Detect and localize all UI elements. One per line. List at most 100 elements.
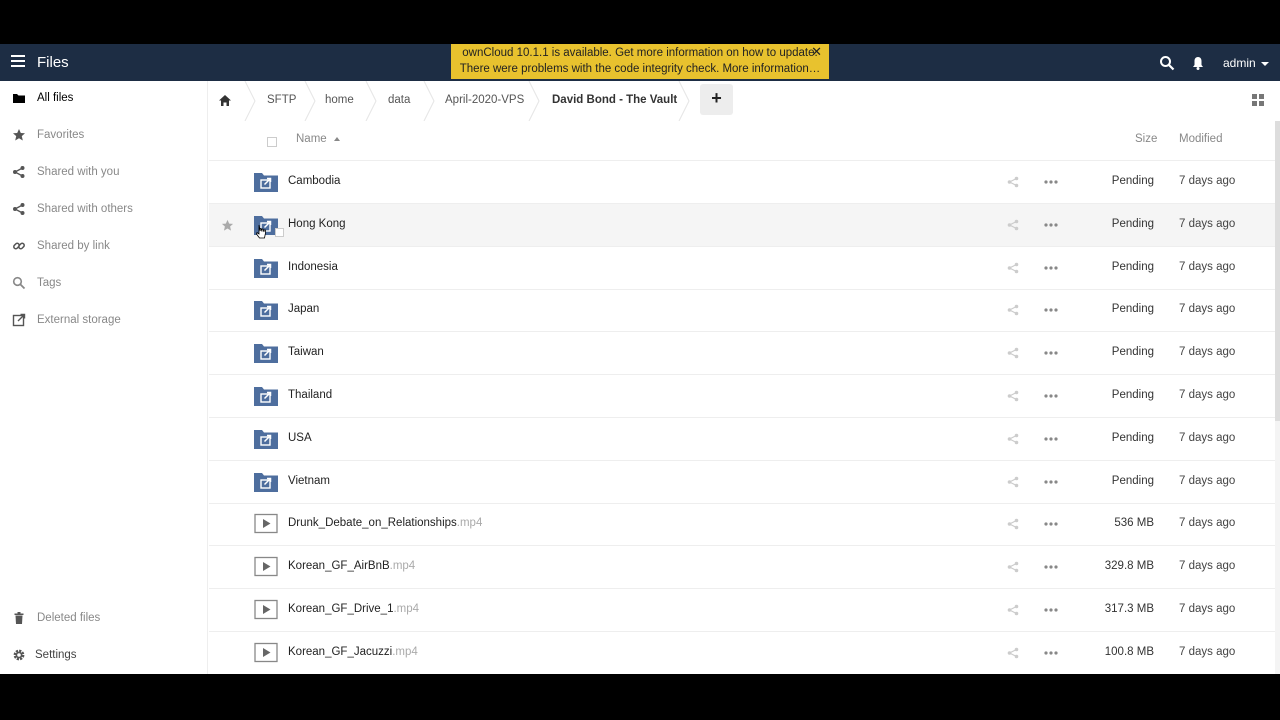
share-icon[interactable] bbox=[1007, 476, 1019, 488]
share-icon[interactable] bbox=[1007, 518, 1019, 530]
table-row[interactable]: Korean_GF_AirBnB.mp4 329.8 MB 7 days ago bbox=[209, 546, 1275, 590]
file-size: Pending bbox=[1111, 474, 1154, 487]
share-icon[interactable] bbox=[1007, 647, 1019, 659]
sidebar-item-label: Settings bbox=[35, 649, 77, 661]
scrollbar[interactable] bbox=[1275, 121, 1280, 674]
table-row[interactable]: USA Pending 7 days ago bbox=[209, 418, 1275, 461]
file-size: Pending bbox=[1111, 217, 1154, 230]
video-file-icon bbox=[254, 599, 278, 620]
file-name[interactable]: Japan bbox=[288, 303, 319, 315]
sidebar-item-shared-with-others[interactable]: Shared with others bbox=[0, 195, 208, 225]
update-notice[interactable]: ownCloud 10.1.1 is available. Get more i… bbox=[451, 44, 829, 79]
sidebar-item-external-storage[interactable]: External storage bbox=[0, 306, 208, 336]
folder-shared-icon bbox=[254, 472, 278, 492]
file-basename: USA bbox=[288, 431, 312, 444]
folder-shared-icon bbox=[254, 387, 278, 406]
share-icon[interactable] bbox=[1007, 604, 1019, 616]
file-size: 317.3 MB bbox=[1104, 603, 1154, 615]
sidebar-item-favorites[interactable]: Favorites bbox=[0, 121, 208, 151]
share-icon[interactable] bbox=[1007, 176, 1019, 188]
share-icon[interactable] bbox=[1007, 433, 1019, 445]
file-modified: 7 days ago bbox=[1179, 431, 1236, 444]
select-all-checkbox[interactable] bbox=[267, 137, 277, 147]
sidebar-item-tags[interactable]: Tags bbox=[0, 269, 208, 299]
sidebar-item-settings[interactable]: Settings bbox=[0, 641, 208, 671]
scrollbar-thumb[interactable] bbox=[1275, 121, 1280, 421]
more-options-icon[interactable] bbox=[1044, 608, 1058, 612]
file-modified: 7 days ago bbox=[1179, 560, 1236, 573]
integrity-notice-line2[interactable]: There were problems with the code integr… bbox=[451, 61, 829, 77]
sidebar-item-deleted-files[interactable]: Deleted files bbox=[0, 604, 208, 634]
file-name[interactable]: Taiwan bbox=[288, 346, 324, 358]
file-extension: .mp4 bbox=[389, 560, 416, 573]
more-options-icon[interactable] bbox=[1044, 565, 1058, 569]
share-icon[interactable] bbox=[1007, 561, 1019, 573]
file-size: 536 MB bbox=[1114, 517, 1154, 530]
table-row[interactable]: Indonesia Pending 7 days ago bbox=[209, 247, 1275, 290]
new-file-button[interactable]: + bbox=[700, 84, 733, 115]
table-row[interactable]: Taiwan Pending 7 days ago bbox=[209, 332, 1275, 376]
sidebar-item-all-files[interactable]: All files bbox=[0, 84, 208, 114]
update-notice-line1[interactable]: ownCloud 10.1.1 is available. Get more i… bbox=[451, 45, 829, 61]
more-options-icon[interactable] bbox=[1044, 265, 1058, 270]
share-icon bbox=[13, 203, 25, 215]
file-name[interactable]: Korean_GF_Drive_1.mp4 bbox=[288, 603, 419, 615]
search-icon[interactable] bbox=[1159, 55, 1175, 71]
file-name[interactable]: Korean_GF_Jacuzzi.mp4 bbox=[288, 646, 418, 658]
sidebar-item-shared-by-link[interactable]: Shared by link bbox=[0, 232, 208, 262]
video-file-icon bbox=[254, 514, 278, 534]
file-size: Pending bbox=[1111, 389, 1154, 401]
table-row[interactable]: Japan Pending 7 days ago bbox=[209, 289, 1275, 333]
more-options-icon[interactable] bbox=[1044, 308, 1058, 312]
column-header-modified[interactable]: Modified bbox=[1179, 133, 1222, 145]
file-name[interactable]: Indonesia bbox=[288, 261, 338, 273]
more-options-icon[interactable] bbox=[1044, 351, 1058, 355]
more-options-icon[interactable] bbox=[1044, 479, 1058, 484]
file-name[interactable]: Korean_GF_AirBnB.mp4 bbox=[288, 560, 415, 572]
share-icon[interactable] bbox=[1007, 390, 1019, 402]
column-header-size[interactable]: Size bbox=[1135, 133, 1157, 145]
share-icon[interactable] bbox=[1007, 219, 1019, 231]
table-row[interactable]: Hong Kong Pending 7 days ago bbox=[209, 203, 1275, 247]
notifications-bell-icon[interactable] bbox=[1191, 55, 1205, 71]
table-row[interactable]: Drunk_Debate_on_Relationships.mp4 536 MB 7… bbox=[209, 503, 1275, 547]
table-row[interactable]: Cambodia Pending 7 days ago bbox=[209, 161, 1275, 204]
more-options-icon[interactable] bbox=[1044, 651, 1058, 655]
favorite-star-icon[interactable] bbox=[221, 219, 234, 232]
folder-shared-icon bbox=[254, 344, 278, 364]
sidebar-item-label: Deleted files bbox=[37, 612, 101, 624]
video-file-icon bbox=[254, 557, 278, 577]
file-table-header: Name Size Modified bbox=[209, 121, 1275, 161]
link-icon bbox=[13, 242, 25, 250]
share-icon[interactable] bbox=[1007, 347, 1019, 359]
home-icon[interactable] bbox=[218, 94, 232, 107]
hamburger-menu-icon[interactable] bbox=[11, 55, 25, 69]
column-header-name[interactable]: Name bbox=[296, 133, 340, 145]
file-name[interactable]: Thailand bbox=[288, 389, 332, 401]
share-icon[interactable] bbox=[1007, 304, 1019, 316]
more-options-icon[interactable] bbox=[1044, 223, 1058, 227]
folder-shared-icon bbox=[254, 429, 278, 449]
more-options-icon[interactable] bbox=[1044, 180, 1058, 184]
file-name[interactable]: Drunk_Debate_on_Relationships.mp4 bbox=[288, 517, 482, 529]
close-notice-icon[interactable]: ✕ bbox=[811, 44, 822, 60]
table-row[interactable]: Korean_GF_Jacuzzi.mp4 100.8 MB 7 days ago bbox=[209, 632, 1275, 674]
more-options-icon[interactable] bbox=[1044, 437, 1058, 441]
more-options-icon[interactable] bbox=[1044, 522, 1058, 526]
app-title[interactable]: Files bbox=[37, 54, 69, 71]
share-icon[interactable] bbox=[1007, 262, 1019, 274]
top-header: Files ownCloud 10.1.1 is available. Get … bbox=[0, 44, 1280, 81]
more-options-icon[interactable] bbox=[1044, 394, 1058, 398]
table-row[interactable]: Vietnam Pending 7 days ago bbox=[209, 461, 1275, 504]
table-row[interactable]: Thailand Pending 7 days ago bbox=[209, 375, 1275, 418]
file-name[interactable]: Vietnam bbox=[288, 475, 330, 487]
file-name[interactable]: Cambodia bbox=[288, 175, 340, 187]
row-select-checkbox[interactable] bbox=[275, 227, 284, 237]
table-row[interactable]: Korean_GF_Drive_1.mp4 317.3 MB 7 days ago bbox=[209, 589, 1275, 632]
file-extension: .mp4 bbox=[456, 517, 483, 530]
file-name[interactable]: Hong Kong bbox=[288, 218, 346, 230]
user-menu[interactable]: admin bbox=[1223, 56, 1269, 70]
grid-view-icon[interactable] bbox=[1252, 94, 1264, 106]
sidebar-item-shared-with-you[interactable]: Shared with you bbox=[0, 158, 208, 188]
file-name[interactable]: USA bbox=[288, 432, 312, 444]
